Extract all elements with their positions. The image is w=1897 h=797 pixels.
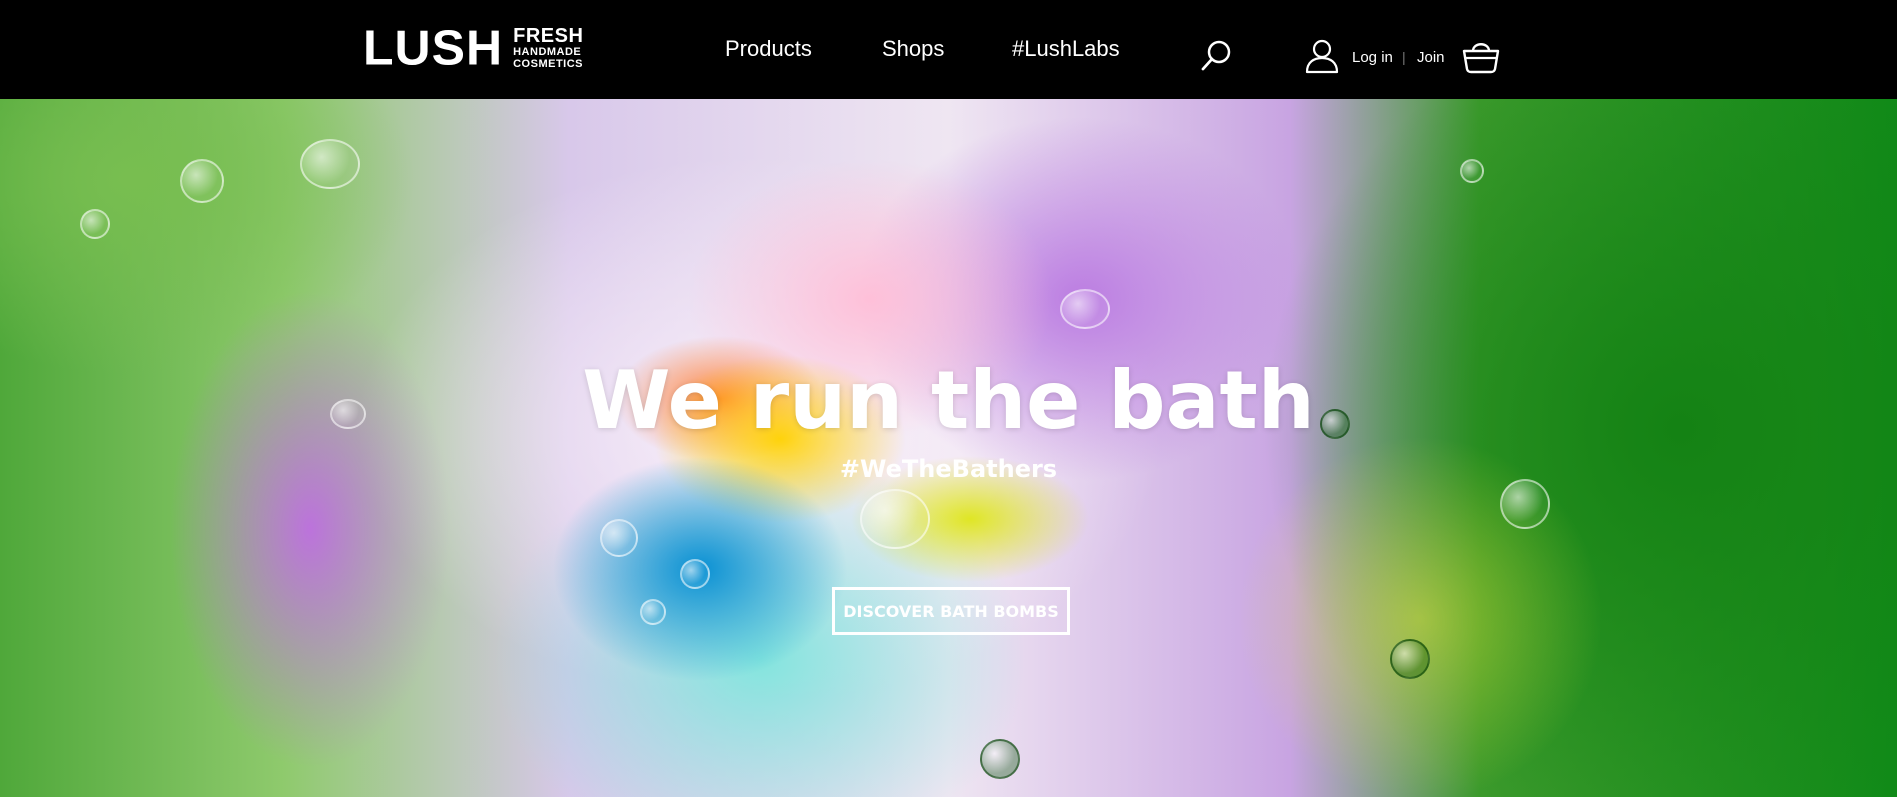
bubble [600,519,638,557]
bubble [1500,479,1550,529]
bubble [300,139,360,189]
discover-bath-bombs-button[interactable]: DISCOVER BATH BOMBS [832,587,1070,635]
hero-title: We run the bath [582,354,1315,447]
bubble [640,599,666,625]
hero-banner: We run the bath #WeTheBathers DISCOVER B… [0,99,1897,797]
hero-subtitle: #WeTheBathers [839,455,1058,483]
bubble [980,739,1020,779]
nav-item-lushlabs[interactable]: #LushLabs [1012,36,1120,62]
main-nav: Products Shops #LushLabs [0,36,1897,66]
nav-item-shops[interactable]: Shops [882,36,944,62]
login-link[interactable]: Log in [1352,49,1393,66]
bubble [680,559,710,589]
account-separator: | [1402,49,1406,65]
bubble [1060,289,1110,329]
nav-item-products[interactable]: Products [725,36,812,62]
site-header: LUSH FRESH HANDMADE COSMETICS Products S… [0,0,1897,99]
bubble [80,209,110,239]
search-icon[interactable] [1200,38,1234,72]
bubble [1460,159,1484,183]
user-icon[interactable] [1304,38,1340,74]
hero-background-image [0,99,1897,797]
bubble [860,489,930,549]
basket-icon[interactable] [1461,38,1501,74]
join-link[interactable]: Join [1417,49,1445,66]
bubble [180,159,224,203]
bubble [1390,639,1430,679]
